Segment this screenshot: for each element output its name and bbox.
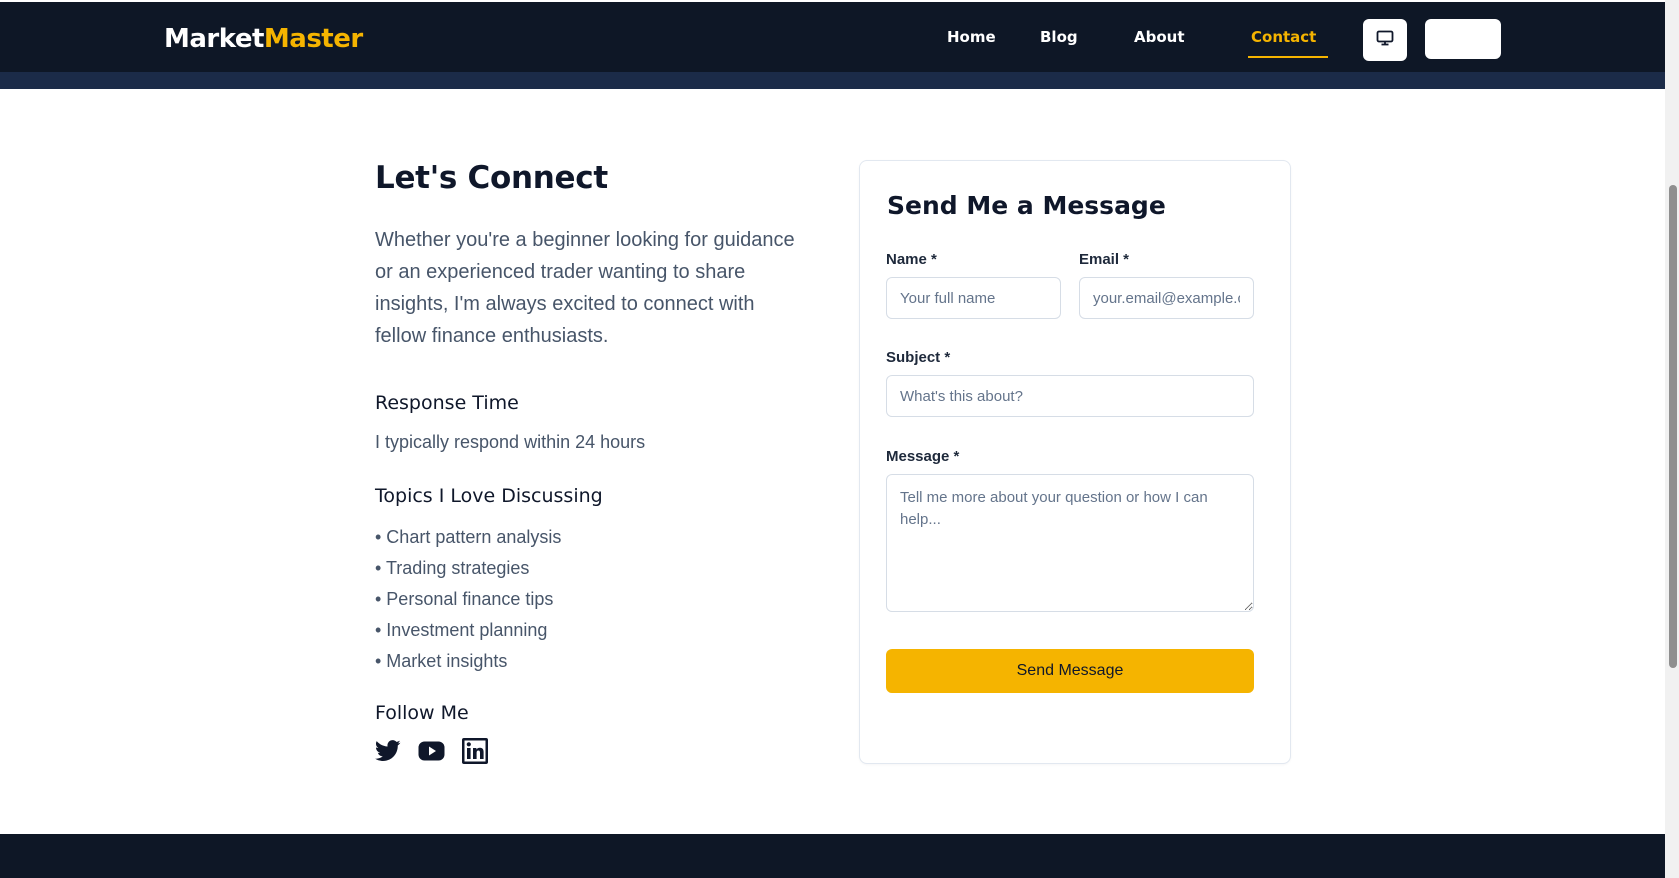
nav-about[interactable]: About: [1134, 28, 1185, 46]
social-links: [375, 738, 488, 764]
email-input[interactable]: [1079, 277, 1254, 319]
email-label: Email *: [1079, 251, 1130, 268]
list-item: • Investment planning: [375, 620, 548, 640]
page: MarketMaster Home Blog About Contact Let: [0, 0, 1679, 878]
header-action-button[interactable]: [1425, 19, 1501, 59]
scrollbar-thumb[interactable]: [1669, 185, 1677, 668]
youtube-icon[interactable]: [418, 741, 445, 761]
list-item: • Chart pattern analysis: [375, 527, 562, 547]
logo[interactable]: MarketMaster: [164, 24, 363, 54]
list-item: • Market insights: [375, 651, 508, 671]
logo-part-market: Market: [164, 24, 264, 54]
topics-list: • Chart pattern analysis • Trading strat…: [375, 522, 561, 677]
topics-heading: Topics I Love Discussing: [375, 485, 603, 507]
list-item: • Trading strategies: [375, 558, 530, 578]
name-input[interactable]: [886, 277, 1061, 319]
contact-info: Let's Connect Whether you're a beginner …: [375, 160, 805, 764]
message-textarea[interactable]: [886, 474, 1254, 612]
contact-form-card: Send Me a Message Name * Email * Subject…: [859, 160, 1291, 764]
content-area: MarketMaster Home Blog About Contact Let: [0, 0, 1665, 878]
twitter-icon[interactable]: [375, 740, 401, 762]
response-time-text: I typically respond within 24 hours: [375, 432, 646, 452]
nav-blog[interactable]: Blog: [1040, 28, 1078, 46]
nav-home[interactable]: Home: [947, 28, 996, 46]
subject-input[interactable]: [886, 375, 1254, 417]
navbar: MarketMaster Home Blog About Contact: [0, 2, 1665, 72]
monitor-icon: [1376, 30, 1394, 51]
nav-active-underline: [1248, 56, 1328, 58]
footer: [0, 834, 1665, 878]
intro-text: Whether you're a beginner looking for gu…: [375, 229, 795, 347]
list-item: • Personal finance tips: [375, 589, 554, 609]
display-mode-button[interactable]: [1363, 19, 1407, 61]
follow-heading: Follow Me: [375, 702, 469, 724]
response-time-heading: Response Time: [375, 392, 519, 414]
linkedin-icon[interactable]: [462, 738, 488, 764]
name-label: Name *: [886, 251, 937, 268]
nav-contact[interactable]: Contact: [1251, 28, 1316, 46]
logo-part-master: Master: [263, 24, 363, 54]
message-label: Message *: [886, 448, 960, 465]
header-band: [0, 72, 1665, 89]
subject-label: Subject *: [886, 349, 951, 366]
form-title: Send Me a Message: [887, 191, 1166, 220]
send-message-button[interactable]: Send Message: [886, 649, 1254, 693]
page-title: Let's Connect: [375, 160, 608, 196]
